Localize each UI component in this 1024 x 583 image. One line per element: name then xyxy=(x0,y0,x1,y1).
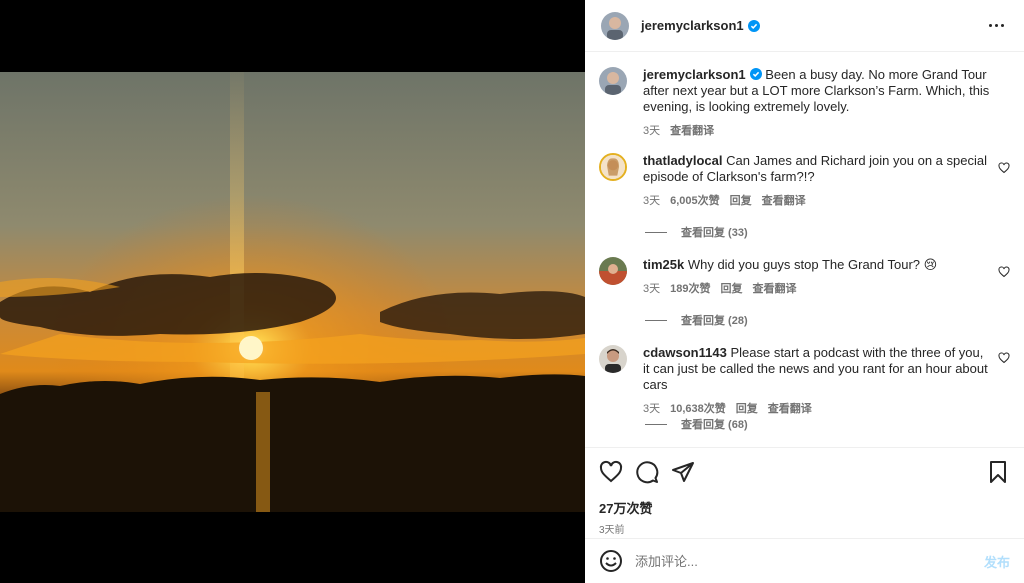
caption-translate[interactable]: 查看翻译 xyxy=(670,123,714,139)
caption-row: jeremyclarkson1 Been a busy day. No more… xyxy=(599,67,1010,139)
comment-time[interactable]: 3天 xyxy=(643,193,660,209)
divider xyxy=(645,423,667,425)
caption-username[interactable]: jeremyclarkson1 xyxy=(643,67,746,82)
reply-button[interactable]: 回复 xyxy=(736,401,758,417)
comments-list[interactable]: jeremyclarkson1 Been a busy day. No more… xyxy=(585,53,1024,446)
view-replies-button[interactable]: 查看回复 (33) xyxy=(645,224,748,240)
avatar[interactable] xyxy=(599,345,627,373)
comment-likes[interactable]: 6,005次赞 xyxy=(670,193,720,209)
divider xyxy=(645,319,667,321)
comment-likes[interactable]: 189次赞 xyxy=(670,281,710,297)
comment-username[interactable]: tim25k xyxy=(643,257,684,272)
like-comment-heart-icon[interactable] xyxy=(998,162,1010,174)
reply-button[interactable]: 回复 xyxy=(720,281,742,297)
comment-item: thatladylocal Can James and Richard join… xyxy=(599,153,1010,209)
post-time[interactable]: 3天前 xyxy=(599,521,1010,536)
post-actions: 27万次赞 3天前 xyxy=(585,447,1024,537)
header-username[interactable]: jeremyclarkson1 xyxy=(641,18,744,33)
avatar[interactable] xyxy=(599,257,627,285)
avatar[interactable] xyxy=(601,11,629,40)
view-replies-label: 查看回复 (33) xyxy=(681,227,748,239)
comment-icon[interactable] xyxy=(635,460,659,484)
translate-button[interactable]: 查看翻译 xyxy=(762,193,806,209)
comment-likes[interactable]: 10,638次赞 xyxy=(670,401,726,417)
like-count[interactable]: 27万次赞 xyxy=(599,498,1010,517)
comment-time[interactable]: 3天 xyxy=(643,281,660,297)
divider xyxy=(645,231,667,233)
bookmark-icon[interactable] xyxy=(986,460,1010,484)
add-comment-bar: 发布 xyxy=(585,538,1024,583)
view-replies-button[interactable]: 查看回复 (28) xyxy=(645,312,748,328)
avatar[interactable] xyxy=(599,153,627,181)
caption-time[interactable]: 3天 xyxy=(643,123,660,139)
comment-item: cdawson1143 Please start a podcast with … xyxy=(599,345,1010,417)
heart-icon[interactable] xyxy=(599,460,623,484)
like-comment-heart-icon[interactable] xyxy=(998,352,1010,364)
comment-item: tim25k Why did you guys stop The Grand T… xyxy=(599,257,1010,297)
reply-button[interactable]: 回复 xyxy=(730,193,752,209)
post-side-panel: jeremyclarkson1 jeremyclarkson1 Been a b… xyxy=(585,0,1024,583)
post-header: jeremyclarkson1 xyxy=(585,0,1024,52)
view-replies-button[interactable]: 查看回复 (68) xyxy=(645,416,748,432)
avatar[interactable] xyxy=(599,67,627,95)
verified-badge-icon xyxy=(747,19,760,32)
comment-input[interactable] xyxy=(635,553,984,569)
translate-button[interactable]: 查看翻译 xyxy=(752,281,796,297)
share-icon[interactable] xyxy=(671,460,695,484)
view-replies-label: 查看回复 (68) xyxy=(681,419,748,431)
comment-time[interactable]: 3天 xyxy=(643,401,660,417)
comment-username[interactable]: thatladylocal xyxy=(643,153,722,168)
comment-text: Why did you guys stop The Grand Tour? 😢 xyxy=(687,257,938,272)
view-replies-label: 查看回复 (28) xyxy=(681,315,748,327)
comment-username[interactable]: cdawson1143 xyxy=(643,345,727,360)
verified-badge-icon xyxy=(749,68,762,80)
media-area xyxy=(0,0,585,583)
more-options-icon[interactable] xyxy=(985,20,1008,31)
emoji-icon[interactable] xyxy=(599,549,623,573)
like-comment-heart-icon[interactable] xyxy=(998,266,1010,278)
sunset-photo[interactable] xyxy=(0,72,585,512)
translate-button[interactable]: 查看翻译 xyxy=(768,401,812,417)
post-button[interactable]: 发布 xyxy=(984,552,1010,571)
post-dialog: jeremyclarkson1 jeremyclarkson1 Been a b… xyxy=(0,0,1024,583)
